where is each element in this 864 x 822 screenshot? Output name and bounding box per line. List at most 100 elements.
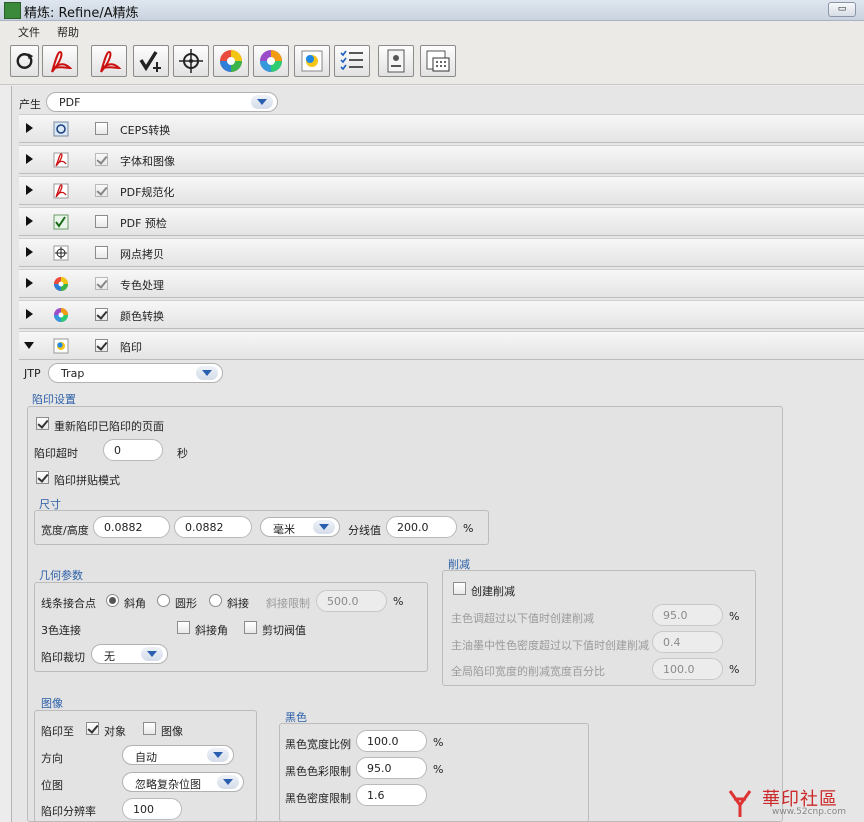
step-checkbox-preflight[interactable] <box>95 215 108 228</box>
step-row-color-convert[interactable]: 颜色转换 <box>19 300 864 329</box>
expand-arrow-icon[interactable] <box>26 154 33 164</box>
miter-limit-label: 斜接限制 <box>266 597 310 610</box>
chevron-down-icon <box>141 647 163 661</box>
trap-icon <box>53 338 69 354</box>
image-title: 图像 <box>41 697 63 710</box>
black-color-limit-unit: % <box>433 763 444 776</box>
unit-select[interactable]: 毫米 <box>260 517 340 537</box>
expand-arrow-icon[interactable] <box>26 309 33 319</box>
step-row-halftone[interactable]: 网点拷贝 <box>19 238 864 267</box>
black-width-value: 100.0 <box>367 735 399 748</box>
expand-arrow-icon[interactable] <box>26 123 33 133</box>
step-checkbox-pdf-normalize[interactable] <box>95 184 108 197</box>
trap-to-object-checkbox[interactable] <box>86 722 99 735</box>
title-bar: 精炼: Refine/A精炼 ▭ <box>0 0 864 21</box>
bevel-join-label: 斜接角 <box>195 624 228 637</box>
join-round-radio[interactable] <box>157 594 170 607</box>
bitmap-label: 位图 <box>41 779 63 792</box>
checklist-icon <box>340 50 363 71</box>
expand-arrow-icon[interactable] <box>26 185 33 195</box>
reduce-row3-value: 100.0 <box>663 663 695 676</box>
toolbar-fonts-images-button[interactable] <box>42 45 78 77</box>
step-checkbox-spot-color[interactable] <box>95 277 108 290</box>
menu-help[interactable]: 帮助 <box>57 24 79 40</box>
produce-select[interactable]: PDF <box>46 92 278 112</box>
trap-to-image-checkbox[interactable] <box>143 722 156 735</box>
height-value: 0.0882 <box>185 521 224 534</box>
join-bevel-label: 斜接 <box>227 597 249 610</box>
toolbar-refresh-button[interactable] <box>10 45 39 77</box>
tile-mode-label: 陷印拼贴模式 <box>54 474 120 487</box>
chevron-down-icon <box>217 775 239 789</box>
expand-arrow-icon[interactable] <box>26 278 33 288</box>
join-bevel-radio[interactable] <box>209 594 222 607</box>
bitmap-select[interactable]: 忽略复杂位图 <box>122 772 244 792</box>
clip-threshold-checkbox[interactable] <box>244 621 257 634</box>
step-row-preflight[interactable]: PDF 预检 <box>19 207 864 236</box>
watermark-url: www.52cnp.com <box>772 807 847 817</box>
resolution-input[interactable]: 100 <box>122 798 182 820</box>
step-checkbox-trap[interactable] <box>95 339 108 352</box>
collapse-arrow-icon[interactable] <box>24 342 34 349</box>
color-convert-icon <box>260 50 282 72</box>
jtp-label: JTP <box>24 367 41 380</box>
reduce-row3-input[interactable]: 100.0 <box>652 658 723 680</box>
create-reduce-checkbox[interactable] <box>453 582 466 595</box>
toolbar-trap-button[interactable] <box>294 45 330 77</box>
step-row-ceps[interactable]: CEPS转换 <box>19 114 864 143</box>
black-density-value: 1.6 <box>367 789 385 802</box>
tile-mode-checkbox[interactable] <box>36 471 49 484</box>
expand-arrow-icon[interactable] <box>26 216 33 226</box>
produce-label: 产生 <box>19 98 41 111</box>
jtp-select[interactable]: Trap <box>48 363 223 383</box>
step-checkbox-fonts-images[interactable] <box>95 153 108 166</box>
reduce-row2-value: 0.4 <box>663 636 681 649</box>
three-color-label: 3色连接 <box>41 624 81 637</box>
step-checkbox-ceps[interactable] <box>95 122 108 135</box>
trap-clip-select[interactable]: 无 <box>91 644 168 664</box>
step-checkbox-halftone[interactable] <box>95 246 108 259</box>
pdf-icon <box>51 50 73 73</box>
watermark-logo-icon <box>728 790 752 817</box>
trap-clip-value: 无 <box>104 650 115 663</box>
step-row-fonts-images[interactable]: 字体和图像 <box>19 145 864 174</box>
black-color-limit-input[interactable]: 95.0 <box>356 757 427 779</box>
step-row-spot-color[interactable]: 专色处理 <box>19 269 864 298</box>
miter-limit-input[interactable]: 500.0 <box>316 590 387 612</box>
black-width-input[interactable]: 100.0 <box>356 730 427 752</box>
toolbar-preflight-button[interactable] <box>133 45 169 77</box>
miter-limit-value: 500.0 <box>327 595 359 608</box>
jtp-value: Trap <box>61 367 85 380</box>
menu-file[interactable]: 文件 <box>18 24 40 40</box>
height-input[interactable]: 0.0882 <box>174 516 252 538</box>
expand-arrow-icon[interactable] <box>26 247 33 257</box>
toolbar-checklist-button[interactable] <box>334 45 370 77</box>
restore-button[interactable]: ▭ <box>828 2 856 17</box>
reduce-row1-input[interactable]: 95.0 <box>652 604 723 626</box>
black-density-input[interactable]: 1.6 <box>356 784 427 806</box>
timeout-input[interactable]: 0 <box>103 439 163 461</box>
grid-icon <box>426 50 450 72</box>
timeout-unit: 秒 <box>177 447 188 460</box>
toolbar-grid-button[interactable] <box>420 45 456 77</box>
step-row-pdf-normalize[interactable]: PDF规范化 <box>19 176 864 205</box>
width-input[interactable]: 0.0882 <box>93 516 170 538</box>
toolbar-spot-color-button[interactable] <box>213 45 249 77</box>
trap-to-image-label: 图像 <box>161 725 183 738</box>
retrap-checkbox[interactable] <box>36 417 49 430</box>
toolbar-pdf-normalize-button[interactable] <box>91 45 127 77</box>
direction-select[interactable]: 自动 <box>122 745 234 765</box>
step-checkbox-color-convert[interactable] <box>95 308 108 321</box>
step-label-pdf-normalize: PDF规范化 <box>120 186 175 199</box>
toolbar-color-convert-button[interactable] <box>253 45 289 77</box>
step-row-trap[interactable]: 陷印 <box>19 331 864 360</box>
timeout-label: 陷印超时 <box>34 447 78 460</box>
split-input[interactable]: 200.0 <box>386 516 457 538</box>
toolbar-halftone-button[interactable] <box>173 45 209 77</box>
reduce-row1-label: 主色调超过以下值时创建削减 <box>451 612 594 625</box>
bevel-join-checkbox[interactable] <box>177 621 190 634</box>
toolbar-document-button[interactable] <box>378 45 414 77</box>
reduce-row2-input[interactable]: 0.4 <box>652 631 723 653</box>
trap-to-object-label: 对象 <box>104 725 126 738</box>
join-miter-radio[interactable] <box>106 594 119 607</box>
